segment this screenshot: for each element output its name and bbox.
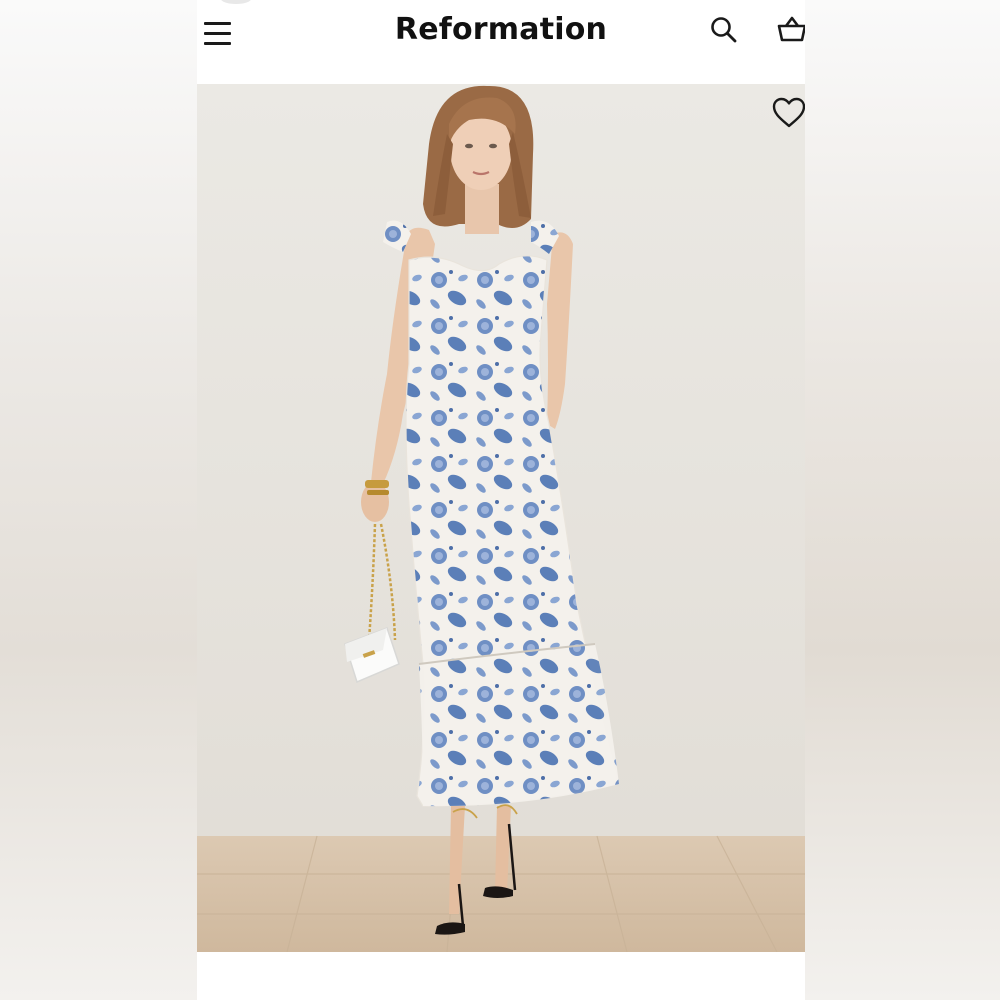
mobile-screen: Reformation xyxy=(197,0,805,1000)
top-navigation-bar: Reformation xyxy=(197,0,805,84)
shopping-bag-icon[interactable] xyxy=(775,12,805,46)
product-details-area xyxy=(197,952,805,1000)
status-indicator xyxy=(221,0,251,4)
product-image[interactable] xyxy=(197,84,805,952)
left-background-blur xyxy=(0,0,197,1000)
product-photo-illustration xyxy=(197,84,805,952)
heart-outline-icon[interactable] xyxy=(771,96,805,130)
right-background-blur xyxy=(805,0,1000,1000)
search-icon[interactable] xyxy=(707,12,741,46)
